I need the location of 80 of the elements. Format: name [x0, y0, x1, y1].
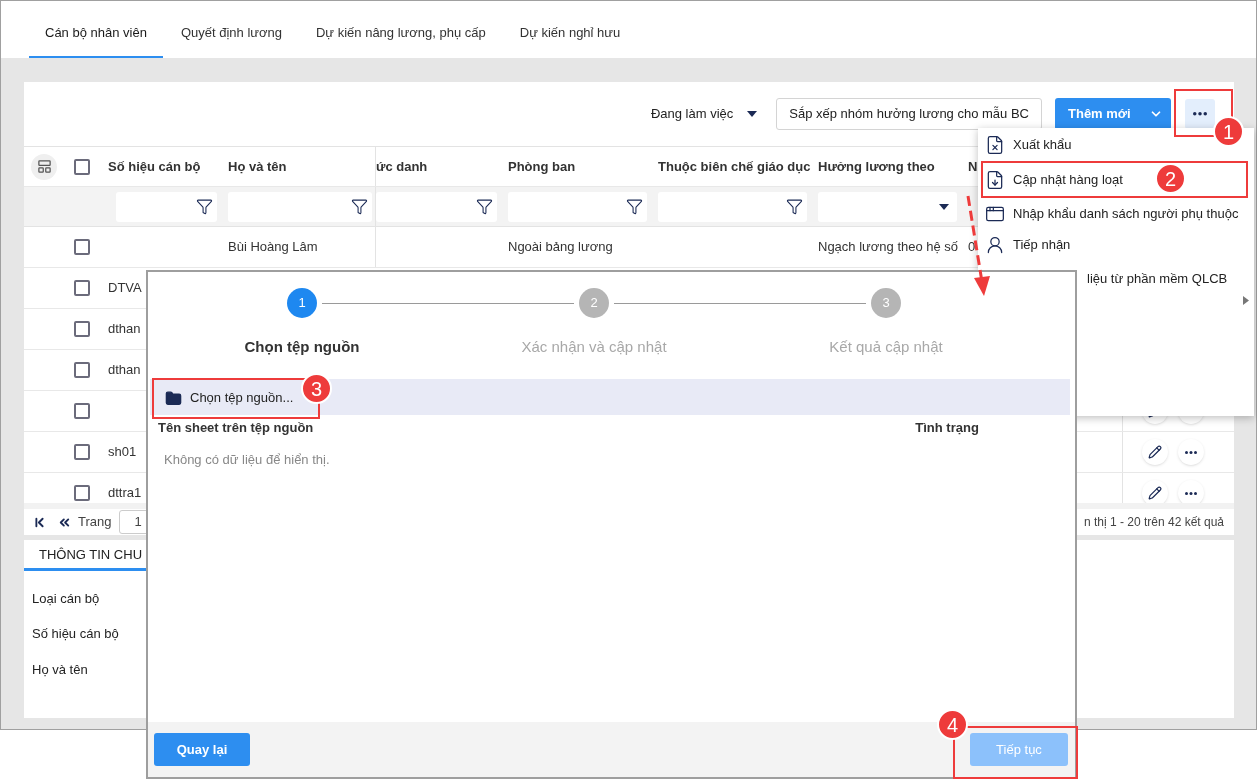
checkbox[interactable] — [74, 321, 90, 337]
filter-field[interactable] — [228, 191, 372, 222]
more-icon — [1193, 112, 1207, 116]
step-label: Xác nhận và cập nhật — [521, 337, 667, 357]
more-button[interactable] — [1185, 99, 1215, 129]
checkbox[interactable] — [74, 362, 90, 378]
column-header: Họ và tên — [228, 157, 287, 176]
menu-item[interactable]: Nhập khẩu danh sách người phụ thuộc — [983, 199, 1243, 229]
column-header: Tình trạng — [915, 418, 979, 437]
table-cell-text: Ngoài bảng lương — [508, 238, 613, 257]
tab[interactable]: Dự kiến nghỉ hưu — [503, 18, 637, 58]
filter-field[interactable] — [376, 191, 497, 222]
tab[interactable]: Quyết định lương — [164, 18, 298, 58]
tab[interactable]: Dự kiến nâng lương, phụ cấp — [300, 18, 502, 58]
column-header: Tên sheet trên tệp nguồn — [158, 418, 314, 437]
more-icon — [1184, 491, 1197, 495]
choose-file-button[interactable]: Chọn tệp nguồn... — [156, 383, 300, 413]
filter-icon — [196, 198, 213, 215]
table-cell-text: dthan — [108, 361, 141, 380]
filter-field[interactable] — [116, 191, 217, 222]
window-icon — [985, 204, 1005, 224]
table-cell-text: 0 — [968, 238, 976, 257]
column-header: Thuộc biên chế giáo dục — [658, 157, 811, 176]
table-cell-text: Bùi Hoàng Lâm — [228, 238, 318, 257]
table-cell-text: dthan — [108, 320, 141, 339]
layout-icon — [36, 159, 52, 174]
table-cell-text: Ngạch lương theo hệ số — [818, 238, 959, 257]
menu-item[interactable]: Tiếp nhận — [983, 230, 1075, 260]
submenu-arrow-icon — [1243, 296, 1249, 305]
step-number: 2 — [579, 288, 609, 318]
more-button[interactable] — [1177, 480, 1204, 503]
field-label: Số hiệu cán bộ — [32, 625, 120, 643]
caret-icon — [939, 203, 949, 210]
folder-icon — [165, 389, 182, 407]
more-button[interactable] — [1177, 439, 1204, 465]
field-label: Họ và tên — [32, 660, 89, 679]
page-label: Trang — [78, 513, 112, 532]
step-label: Chọn tệp nguồn — [244, 337, 360, 357]
checkbox[interactable] — [74, 444, 90, 460]
status-dropdown[interactable]: Đang làm việc — [650, 104, 758, 124]
file-x-icon — [985, 135, 1005, 155]
empty-message: Không có dữ liệu để hiển thị. — [164, 450, 331, 469]
column-header: N — [968, 157, 978, 176]
more-icon — [1184, 450, 1197, 454]
checkbox[interactable] — [74, 239, 90, 255]
filter-field[interactable] — [508, 191, 647, 222]
file-download-icon — [985, 169, 1005, 190]
edit-icon — [1147, 445, 1162, 459]
column-header: Số hiệu cán bộ — [108, 157, 201, 176]
menu-item[interactable]: Cập nhật hàng loạt — [985, 164, 1127, 195]
column-header: Hưởng lương theo — [818, 157, 935, 176]
filter-icon — [476, 198, 493, 215]
filter-icon — [626, 198, 643, 215]
result-summary: n thị 1 - 20 trên 42 kết quả — [1083, 514, 1224, 531]
filter-field[interactable] — [658, 191, 807, 222]
column-settings-button[interactable] — [31, 153, 57, 180]
checkbox[interactable] — [74, 280, 90, 296]
checkbox[interactable] — [74, 403, 90, 419]
column-header: Phòng ban — [508, 157, 576, 176]
person-icon — [985, 235, 1005, 255]
table-cell-text: dttra1 — [108, 484, 142, 503]
step-label: Kết quả cập nhật — [829, 337, 943, 357]
table-cell-text: DTVA — [108, 279, 142, 298]
field-label: Loại cán bộ — [32, 589, 101, 608]
table-cell-text: sh01 — [108, 443, 137, 462]
step-number: 3 — [871, 288, 901, 318]
tab[interactable]: Cán bộ nhân viên — [29, 18, 163, 58]
filter-icon — [351, 198, 368, 215]
column-header: ức danh — [376, 157, 428, 176]
caret-icon — [747, 111, 758, 117]
edit-button[interactable] — [1141, 439, 1168, 465]
sort-group-button[interactable]: Sắp xếp nhóm hưởng lương cho mẫu BC — [776, 98, 1042, 130]
edit-button[interactable] — [1141, 480, 1168, 503]
menu-item[interactable]: Xuất khẩu — [983, 130, 1076, 160]
checkbox[interactable] — [74, 485, 90, 501]
filter-icon — [786, 198, 803, 215]
menu-item[interactable]: liệu từ phần mềm QLCB — [1087, 269, 1228, 289]
step-number: 1 — [287, 288, 317, 318]
checkbox[interactable] — [74, 158, 90, 175]
edit-icon — [1147, 486, 1162, 500]
